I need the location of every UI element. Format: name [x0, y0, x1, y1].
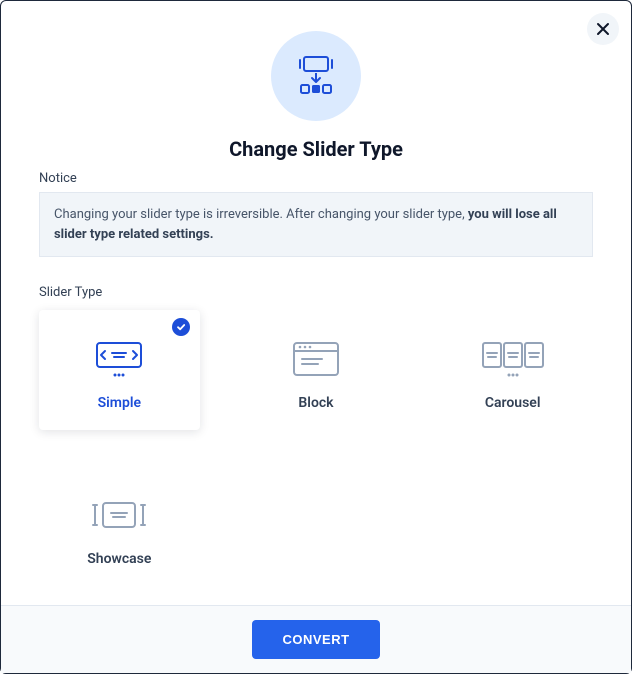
- simple-icon: [87, 335, 151, 383]
- modal-title: Change Slider Type: [1, 137, 631, 161]
- notice-box: Changing your slider type is irreversibl…: [39, 192, 593, 257]
- option-carousel[interactable]: Carousel: [432, 310, 593, 430]
- change-slider-type-modal: Change Slider Type Notice Changing your …: [0, 0, 632, 674]
- showcase-icon: [87, 491, 151, 539]
- notice-text: Changing your slider type is irreversibl…: [54, 207, 468, 222]
- option-simple[interactable]: Simple: [39, 310, 200, 430]
- option-label: Showcase: [87, 551, 151, 567]
- option-label: Carousel: [485, 395, 541, 411]
- slider-type-label: Slider Type: [39, 285, 593, 300]
- check-icon: [172, 318, 190, 336]
- modal-footer: CONVERT: [1, 605, 631, 673]
- option-block[interactable]: Block: [236, 310, 397, 430]
- modal-header: Change Slider Type: [1, 1, 631, 161]
- option-showcase[interactable]: Showcase: [39, 466, 200, 586]
- header-icon-circle: [271, 31, 361, 121]
- convert-icon: [291, 51, 341, 101]
- notice-label: Notice: [39, 171, 593, 186]
- modal-content: Notice Changing your slider type is irre…: [1, 161, 631, 605]
- carousel-icon: [477, 335, 549, 383]
- option-label: Simple: [98, 395, 141, 411]
- block-icon: [288, 335, 344, 383]
- slider-type-cards: Simple Bl: [39, 310, 593, 586]
- slider-type-section: Slider Type: [39, 285, 593, 586]
- close-icon: [596, 22, 610, 36]
- close-button[interactable]: [587, 13, 619, 45]
- convert-button[interactable]: CONVERT: [252, 620, 379, 659]
- option-label: Block: [298, 395, 333, 411]
